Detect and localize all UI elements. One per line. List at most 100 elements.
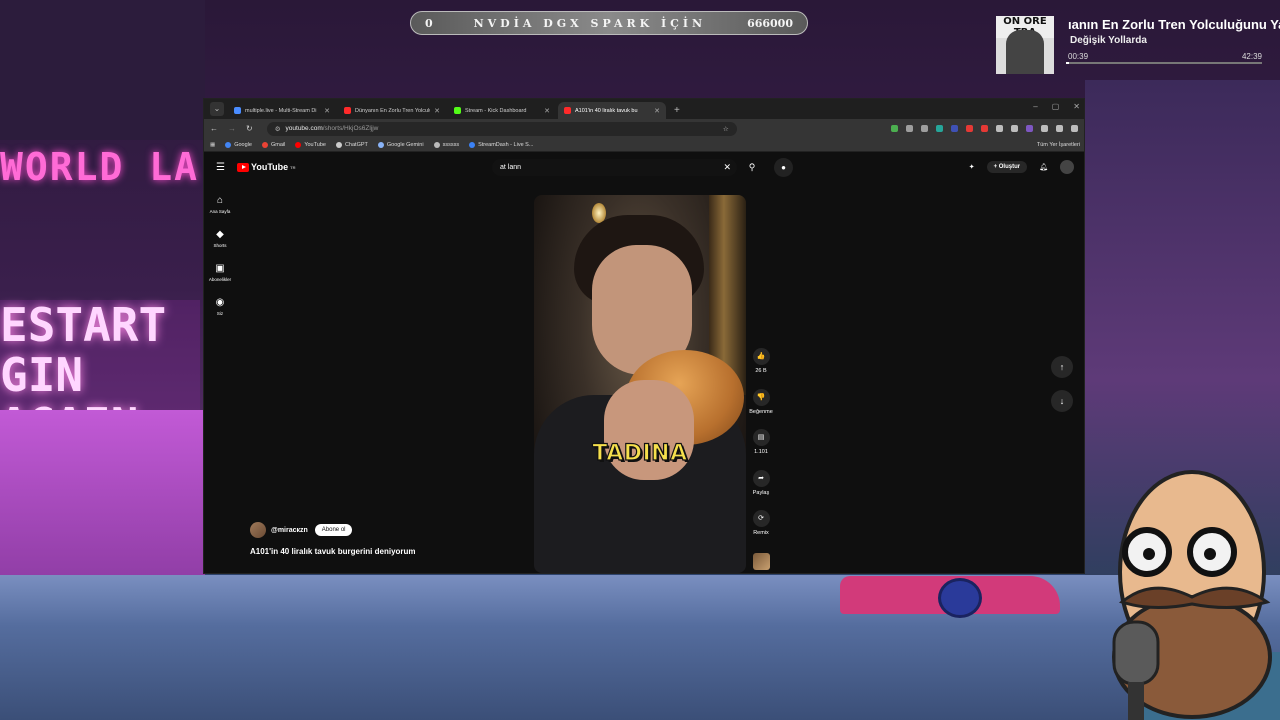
bookmark-item[interactable]: ChatGPT [335,141,368,148]
tab-close-icon[interactable]: ✕ [544,107,550,115]
search-icon[interactable]: ⚲ [742,158,762,177]
now-playing-channel: Değişik Yollarda [1070,35,1147,46]
url-path: /shorts/HkjOs6Zljjw [322,125,379,132]
dislike-button[interactable]: 👎 [752,388,770,406]
account-avatar[interactable] [1060,160,1074,174]
background-neon-sign: WORLD LA [0,145,200,189]
bookmark-item[interactable]: Gmail [261,141,285,148]
tab-4[interactable]: A101'in 40 liralık tavuk bu ✕ [558,102,666,119]
channel-name[interactable]: @miracкzn [271,527,308,534]
apps-grid-icon[interactable]: ▦ [210,142,215,148]
tab-1[interactable]: multiple.live - Multi-Stream Di ✕ [228,102,336,119]
tab-close-icon[interactable]: ✕ [654,107,660,115]
extension-icon[interactable] [951,125,958,132]
now-playing-widget: ON ORE TRA ıanın En Zorlu Tren Yolculuğu… [994,14,1280,74]
tab-2[interactable]: Dünyanın En Zorlu Tren Yolculu ✕ [338,102,446,119]
arrow-down-icon: ↓ [1059,396,1065,406]
guide-item-label: Siz [216,310,224,316]
address-bar[interactable]: ⚙ youtube.com/shorts/HkjOs6Zljjw ☆ [266,121,737,136]
dislike-icon: 👎 [756,393,766,401]
extension-icon[interactable] [966,125,973,132]
goal-title: NVDİA DGX SPARK İÇİN [473,16,707,30]
sound-thumbnail[interactable] [752,552,770,570]
extension-icon[interactable] [1011,125,1018,132]
extension-icon[interactable] [1026,125,1033,132]
comments-label: 1.101 [754,449,768,455]
bookmark-item[interactable]: ssssss [433,141,459,148]
extension-icon[interactable] [906,125,913,132]
bookmark-favicon-icon [377,141,384,148]
youtube-logo-text: YouTube [251,162,289,172]
comments-button[interactable]: ▤ [752,429,770,446]
next-short-button[interactable]: ↓ [1051,390,1073,412]
share-label: Paylaş [752,489,770,496]
close-window-icon[interactable]: ✕ [1073,102,1080,111]
tab-favicon-icon [234,107,241,114]
share-button[interactable]: ➦ [752,469,770,487]
extensions-puzzle-icon[interactable] [1041,125,1048,132]
channel-avatar[interactable] [250,522,266,538]
site-info-icon[interactable]: ⚙ [275,125,281,133]
back-icon[interactable]: ← [210,124,218,133]
create-button[interactable]: + Oluştur [986,161,1028,173]
avatar-eye-right [1204,548,1216,560]
tab-close-icon[interactable]: ✕ [434,107,440,115]
maximize-icon[interactable]: ▢ [1052,102,1060,111]
now-playing-title: ıanın En Zorlu Tren Yolculuğunu Ya [1068,17,1280,32]
extension-icon[interactable] [891,125,898,132]
magic-icon[interactable]: ✦ [969,163,975,171]
remix-button[interactable]: ⟳ [752,510,770,527]
bookmark-item[interactable]: StreamDash - Live S... [469,141,534,148]
billboard-line-1: ESTART [0,298,167,352]
tab-close-icon[interactable]: ✕ [324,107,330,115]
shorts-video-player[interactable]: TADINA [534,195,746,573]
extension-icon[interactable] [996,125,1003,132]
bookmark-item[interactable]: YouTube [295,141,326,148]
arrow-up-icon: ↑ [1059,362,1065,372]
remix-action: ⟳ Remix [752,510,770,551]
share-action: ➦ Paylaş [752,469,770,511]
video-caption: TADINA [592,440,688,466]
bookmark-label: StreamDash - Live S... [478,141,534,148]
bookmark-list: Google Gmail YouTube ChatGPT Google Gemini ss… [225,141,534,148]
avatar-eye-left [1143,548,1155,560]
video-title[interactable]: A101'in 40 liralık tavuk burgerini deniy… [250,547,416,556]
bookmark-label: Google [234,141,252,148]
clear-search-icon[interactable]: ✕ [723,162,731,173]
minimize-icon[interactable]: – [1033,102,1037,111]
bookmark-item[interactable]: Google Gemini [377,141,424,148]
search-input[interactable]: at lann ✕ [492,159,737,176]
guide-item-ana-sayfa[interactable]: ⌂ Ana Sayfa [204,187,236,221]
youtube-page: ☰ YouTube TR at lann ✕ ⚲ ● ✦ + Oluştur 🔔︎ [204,153,1084,573]
like-button[interactable]: 👍 [752,348,770,365]
extension-icon[interactable] [921,125,928,132]
reload-icon[interactable]: ↻ [246,124,253,133]
youtube-play-icon [237,162,249,172]
extension-icon[interactable] [981,125,988,132]
bookmark-item[interactable]: Google [225,141,252,148]
new-tab-button[interactable]: + [674,105,680,116]
notifications-bell-icon[interactable]: 🔔︎ [1039,163,1048,171]
channel-row: @miracкzn Abone ol [250,522,416,538]
subscribe-button[interactable]: Abone ol [314,524,353,536]
all-bookmarks-folder[interactable]: Tüm Yer İşaretleri [1037,142,1080,148]
guide-item-siz[interactable]: ◉ Siz [204,289,236,323]
tab-search-button[interactable]: ⌄ [210,102,224,116]
bookmark-favicon-icon [295,141,302,148]
masthead-actions: ✦ + Oluştur 🔔︎ [969,160,1074,174]
menu-dots-icon[interactable] [1071,125,1078,132]
like-action: 👍 26 B [752,348,770,389]
profile-icon[interactable] [1056,125,1063,132]
forward-icon[interactable]: → [228,124,236,133]
previous-short-button[interactable]: ↑ [1051,356,1073,378]
tab-3[interactable]: Stream - Kick Dashboard ✕ [448,102,556,119]
voice-search-icon[interactable]: ● [774,158,793,177]
bookmark-star-icon[interactable]: ☆ [723,125,729,133]
guide-item-shorts[interactable]: ◆ Shorts [204,221,236,255]
guide-item-abonelikler[interactable]: ▣ Abonelikler [204,255,236,289]
stream-scene: WORLD LA ESTART GIN AGAIN 0 NVDİA DGX SP… [0,0,1280,720]
hamburger-menu-icon[interactable]: ☰ [216,162,225,173]
youtube-logo[interactable]: YouTube TR [237,162,296,172]
extension-icon[interactable] [936,125,943,132]
background-billboard: ESTART GIN AGAIN [0,298,200,450]
